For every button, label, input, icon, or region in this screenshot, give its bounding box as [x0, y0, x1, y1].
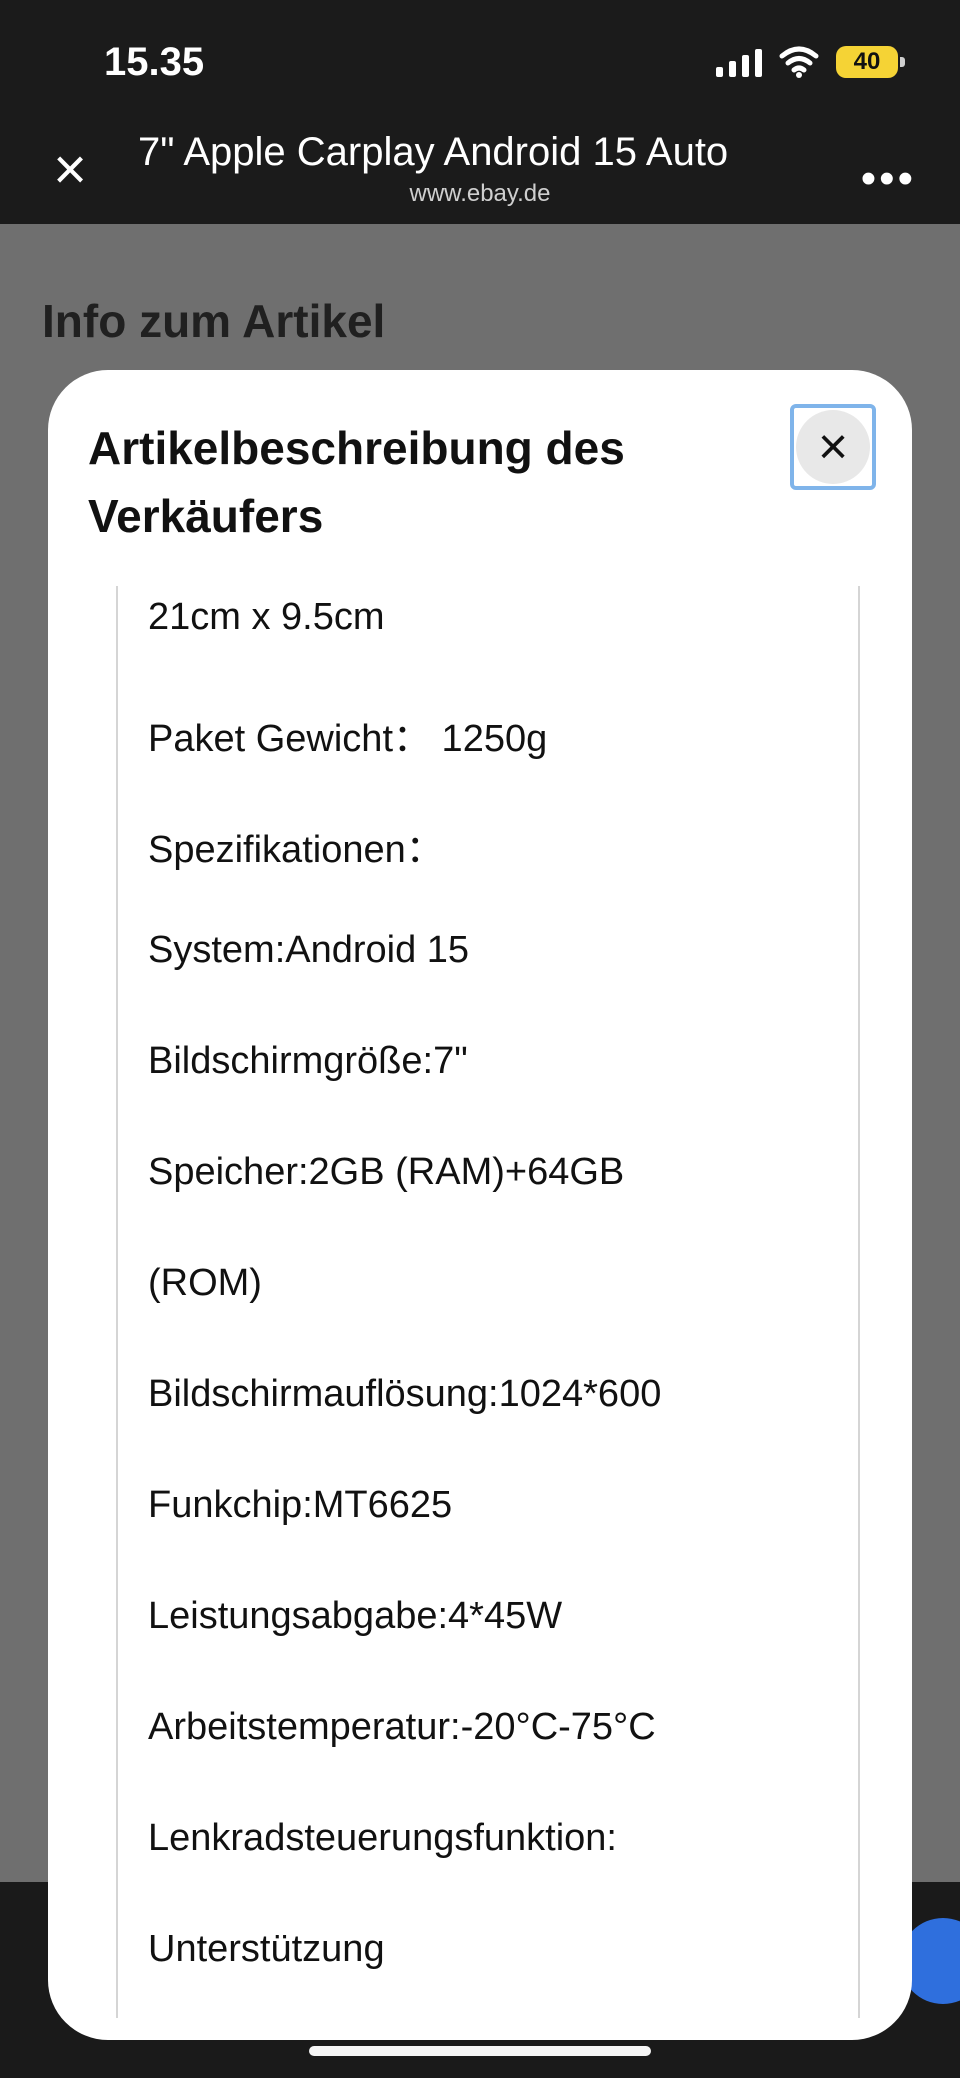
page: 15.35 40 × 7" Apple Carplay Android 15 A… — [0, 0, 960, 2078]
browser-url: www.ebay.de — [409, 180, 551, 207]
description-line: (ROM) — [148, 1262, 262, 1304]
description-line: Bildschirmauflösung:1024*600 — [148, 1373, 662, 1415]
status-bar: 15.35 40 — [0, 0, 960, 118]
home-indicator — [309, 2046, 651, 2056]
browser-bar: × 7" Apple Carplay Android 15 Auto www.e… — [0, 118, 960, 224]
description-line: Lenkradsteuerungsfunktion: — [148, 1817, 617, 1859]
battery-icon: 40 — [836, 46, 905, 78]
seller-description-modal: Artikelbeschreibung des Verkäufers × 21c… — [48, 370, 912, 2040]
modal-title: Artikelbeschreibung des Verkäufers — [88, 422, 625, 542]
description-line: Speicher:2GB (RAM)+64GB — [148, 1151, 625, 1193]
status-icons: 40 — [716, 46, 905, 78]
more-icon[interactable]: ••• — [861, 154, 916, 204]
description-line: Paket Gewicht： 1250g — [148, 718, 548, 760]
status-time: 15.35 — [104, 40, 205, 84]
close-icon: × — [796, 410, 870, 484]
description-line: Funkchip:MT6625 — [148, 1484, 453, 1526]
modal-close-button[interactable]: × — [790, 404, 876, 490]
wifi-icon — [778, 46, 820, 78]
description-line: Arbeitstemperatur:-20°C-75°C — [148, 1706, 656, 1748]
description-line: 21cm x 9.5cm — [148, 596, 385, 638]
battery-level: 40 — [853, 48, 881, 75]
browser-title: 7" Apple Carplay Android 15 Auto — [138, 130, 729, 174]
description-line: Leistungsabgabe:4*45W — [148, 1595, 563, 1637]
description-content: 21cm x 9.5cm Paket Gewicht： 1250g Spezif… — [116, 586, 860, 2018]
background-heading: Info zum Artikel — [42, 295, 386, 347]
description-line: System:Android 15 — [148, 929, 470, 971]
description-line: Bildschirmgröße:7" — [148, 1040, 468, 1082]
signal-icon — [716, 47, 762, 77]
description-line: Spezifikationen： — [148, 829, 444, 871]
description-line: Unterstützung — [148, 1928, 385, 1970]
